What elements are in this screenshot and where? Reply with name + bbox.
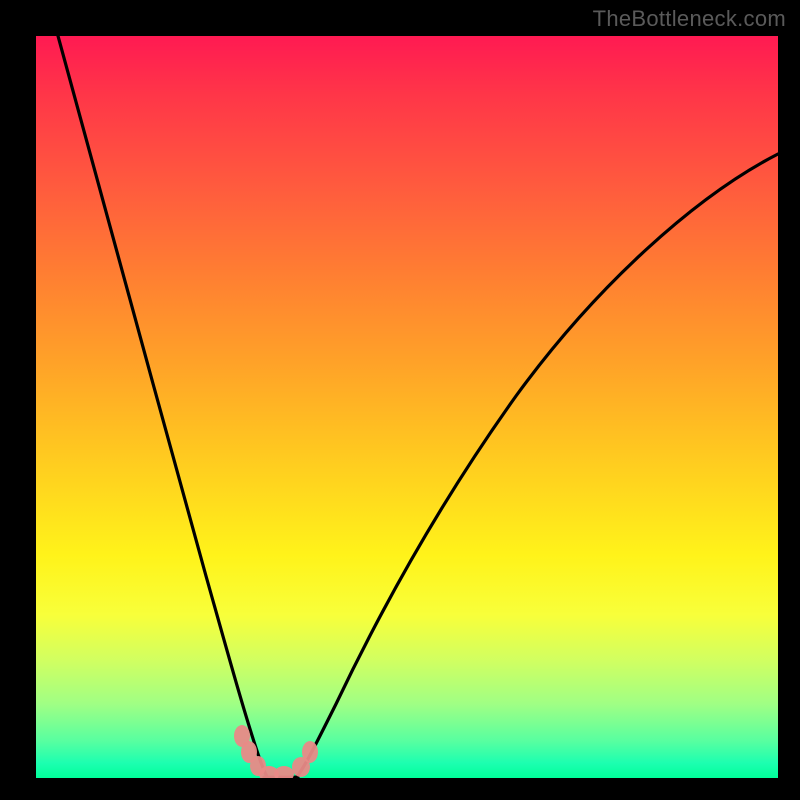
marker-cluster [234, 725, 318, 778]
watermark-text: TheBottleneck.com [593, 6, 786, 32]
chart-frame: TheBottleneck.com [0, 0, 800, 800]
curve-right-branch [296, 154, 778, 778]
chart-svg [36, 36, 778, 778]
curve-left-branch [58, 36, 268, 778]
marker-blob [274, 766, 294, 778]
plot-area [36, 36, 778, 778]
marker-blob [302, 741, 318, 763]
